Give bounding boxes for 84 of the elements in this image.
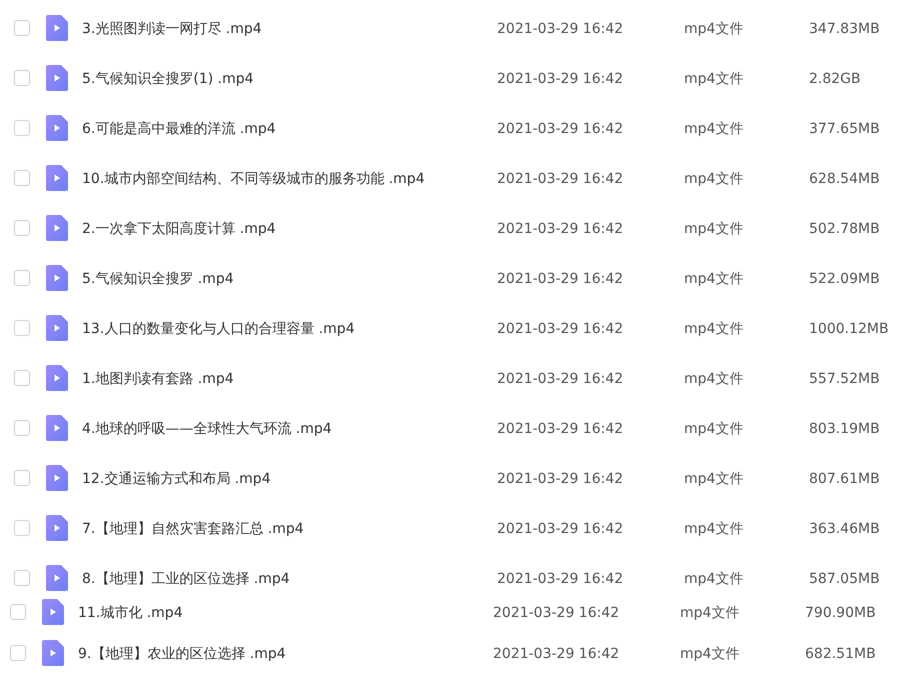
checkbox[interactable] bbox=[14, 570, 30, 586]
modified-date: 2021-03-29 16:42 bbox=[497, 421, 624, 437]
file-type: mp4文件 bbox=[680, 604, 740, 620]
file-size: 803.19MB bbox=[809, 421, 880, 437]
file-name[interactable]: 8.【地理】工业的区位选择 .mp4 bbox=[82, 571, 290, 587]
checkbox[interactable] bbox=[14, 520, 30, 536]
checkbox[interactable] bbox=[10, 604, 26, 620]
file-size: 587.05MB bbox=[809, 571, 880, 587]
checkbox[interactable] bbox=[14, 170, 30, 186]
modified-date: 2021-03-29 16:42 bbox=[497, 521, 624, 537]
file-type: mp4文件 bbox=[684, 71, 744, 87]
checkbox[interactable] bbox=[14, 370, 30, 386]
checkbox[interactable] bbox=[14, 270, 30, 286]
file-type: mp4文件 bbox=[684, 271, 744, 287]
video-file-icon bbox=[42, 598, 64, 624]
file-size: 377.65MB bbox=[809, 121, 880, 137]
file-size: 682.51MB bbox=[805, 646, 876, 662]
video-file-icon bbox=[46, 365, 68, 391]
modified-date: 2021-03-29 16:42 bbox=[497, 21, 624, 37]
modified-date: 2021-03-29 16:42 bbox=[497, 221, 624, 237]
video-file-icon bbox=[46, 265, 68, 291]
video-file-icon bbox=[46, 465, 68, 491]
file-name[interactable]: 6.可能是高中最难的洋流 .mp4 bbox=[82, 121, 276, 137]
file-type: mp4文件 bbox=[684, 121, 744, 137]
file-type: mp4文件 bbox=[684, 521, 744, 537]
video-file-icon bbox=[46, 15, 68, 41]
file-name[interactable]: 13.人口的数量变化与人口的合理容量 .mp4 bbox=[82, 321, 355, 337]
file-type: mp4文件 bbox=[684, 371, 744, 387]
file-name[interactable]: 10.城市内部空间结构、不同等级城市的服务功能 .mp4 bbox=[82, 171, 425, 187]
file-type: mp4文件 bbox=[684, 21, 744, 37]
modified-date: 2021-03-29 16:42 bbox=[497, 321, 624, 337]
file-type: mp4文件 bbox=[684, 421, 744, 437]
checkbox[interactable] bbox=[14, 320, 30, 336]
file-type: mp4文件 bbox=[684, 221, 744, 237]
file-type: mp4文件 bbox=[680, 646, 740, 662]
file-size: 790.90MB bbox=[805, 604, 876, 620]
file-size: 628.54MB bbox=[809, 171, 880, 187]
video-file-icon bbox=[46, 165, 68, 191]
modified-date: 2021-03-29 16:42 bbox=[497, 121, 624, 137]
file-name[interactable]: 3.光照图判读一网打尽 .mp4 bbox=[82, 21, 262, 37]
video-file-icon bbox=[46, 565, 68, 591]
file-name[interactable]: 5.气候知识全搜罗(1) .mp4 bbox=[82, 71, 254, 87]
checkbox[interactable] bbox=[14, 420, 30, 436]
file-size: 807.61MB bbox=[809, 471, 880, 487]
modified-date: 2021-03-29 16:42 bbox=[497, 171, 624, 187]
file-type: mp4文件 bbox=[684, 571, 744, 587]
video-file-icon bbox=[46, 65, 68, 91]
file-type: mp4文件 bbox=[684, 471, 744, 487]
file-size: 363.46MB bbox=[809, 521, 880, 537]
video-file-icon bbox=[42, 640, 64, 666]
video-file-icon bbox=[46, 515, 68, 541]
modified-date: 2021-03-29 16:42 bbox=[497, 571, 624, 587]
file-name[interactable]: 11.城市化 .mp4 bbox=[78, 604, 183, 620]
modified-date: 2021-03-29 16:42 bbox=[497, 71, 624, 87]
modified-date: 2021-03-29 16:42 bbox=[493, 646, 620, 662]
file-size: 1000.12MB bbox=[809, 321, 889, 337]
checkbox[interactable] bbox=[10, 645, 26, 661]
modified-date: 2021-03-29 16:42 bbox=[497, 271, 624, 287]
file-type: mp4文件 bbox=[684, 321, 744, 337]
file-name[interactable]: 7.【地理】自然灾害套路汇总 .mp4 bbox=[82, 521, 304, 537]
checkbox[interactable] bbox=[14, 470, 30, 486]
file-name[interactable]: 2.一次拿下太阳高度计算 .mp4 bbox=[82, 221, 276, 237]
file-size: 557.52MB bbox=[809, 371, 880, 387]
file-name[interactable]: 4.地球的呼吸——全球性大气环流 .mp4 bbox=[82, 421, 332, 437]
file-size: 2.82GB bbox=[809, 71, 861, 87]
file-name[interactable]: 1.地图判读有套路 .mp4 bbox=[82, 371, 234, 387]
modified-date: 2021-03-29 16:42 bbox=[497, 371, 624, 387]
file-size: 522.09MB bbox=[809, 271, 880, 287]
file-size: 347.83MB bbox=[809, 21, 880, 37]
checkbox[interactable] bbox=[14, 220, 30, 236]
file-size: 502.78MB bbox=[809, 221, 880, 237]
video-file-icon bbox=[46, 415, 68, 441]
modified-date: 2021-03-29 16:42 bbox=[493, 604, 620, 620]
video-file-icon bbox=[46, 215, 68, 241]
checkbox[interactable] bbox=[14, 20, 30, 36]
modified-date: 2021-03-29 16:42 bbox=[497, 471, 624, 487]
file-name[interactable]: 12.交通运输方式和布局 .mp4 bbox=[82, 471, 271, 487]
video-file-icon bbox=[46, 115, 68, 141]
file-name[interactable]: 5.气候知识全搜罗 .mp4 bbox=[82, 271, 234, 287]
checkbox[interactable] bbox=[14, 120, 30, 136]
file-name[interactable]: 9.【地理】农业的区位选择 .mp4 bbox=[78, 646, 286, 662]
video-file-icon bbox=[46, 315, 68, 341]
file-type: mp4文件 bbox=[684, 171, 744, 187]
checkbox[interactable] bbox=[14, 70, 30, 86]
